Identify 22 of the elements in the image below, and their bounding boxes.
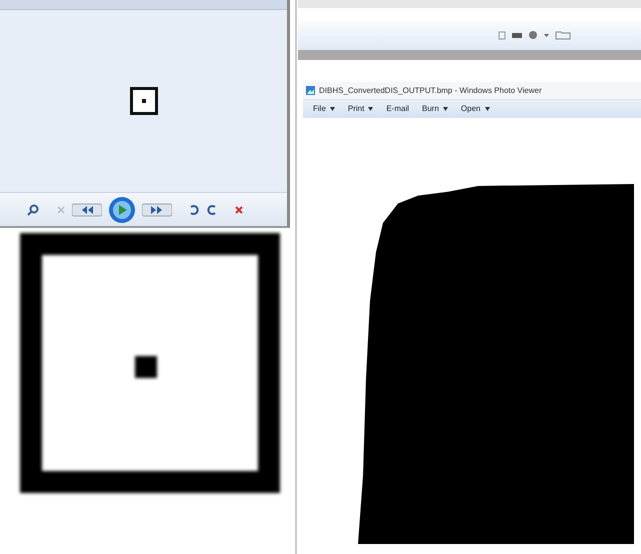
play-icon[interactable] (108, 196, 136, 224)
previous-icon[interactable] (72, 202, 102, 216)
delete-icon[interactable] (234, 204, 244, 214)
caret-icon[interactable] (484, 107, 490, 111)
app-icon (306, 86, 315, 95)
rotate-left-icon[interactable] (188, 204, 200, 216)
page-icon[interactable] (498, 30, 506, 40)
caret-icon[interactable] (442, 107, 448, 111)
zoom-icon[interactable] (26, 204, 40, 216)
menu-item[interactable]: Print (348, 103, 364, 115)
menu-item[interactable]: E-mail (386, 103, 410, 115)
next-icon[interactable] (142, 202, 172, 216)
menu-item[interactable]: File (313, 103, 326, 115)
rotate-right-icon[interactable] (206, 204, 218, 216)
menu-item[interactable]: Open (460, 103, 480, 115)
menu-item[interactable]: Burn (422, 103, 439, 115)
caret-icon[interactable] (368, 107, 374, 111)
window-title: DIBHS_ConvertedDIS_OUTPUT.bmp - Windows Photo Viewer (319, 84, 542, 96)
folder-icon[interactable] (555, 30, 571, 40)
caret-icon[interactable] (330, 107, 335, 111)
image-thumbnail (130, 87, 158, 115)
caret-icon[interactable] (544, 32, 549, 38)
